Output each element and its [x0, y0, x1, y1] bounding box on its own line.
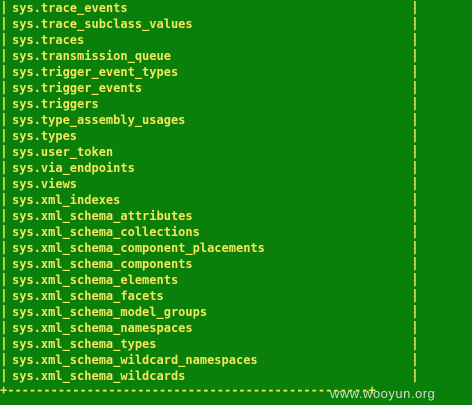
- table-name-cell: sys.xml_schema_types: [12, 337, 157, 351]
- table-right-border: |: [411, 272, 419, 287]
- table-row: | sys.trace_events |: [0, 0, 472, 16]
- table-row: | sys.xml_schema_wildcard_namespaces |: [0, 352, 472, 368]
- table-left-border: |: [0, 208, 8, 223]
- table-right-border: |: [411, 352, 419, 367]
- table-name-cell: sys.user_token: [12, 145, 114, 159]
- terminal-window: | sys.trace_events | | sys.trace_subclass_va…: [0, 0, 472, 405]
- table-row: | sys.xml_schema_namespaces |: [0, 320, 472, 336]
- table-right-border: |: [411, 64, 419, 79]
- table-right-border: |: [411, 240, 419, 255]
- table-row: | sys.xml_schema_elements |: [0, 272, 472, 288]
- table-left-border: |: [0, 64, 8, 79]
- table-name-cell: sys.xml_indexes: [12, 193, 121, 207]
- table-row: | sys.triggers |: [0, 96, 472, 112]
- table-left-border: |: [0, 16, 8, 31]
- table-row: | sys.views |: [0, 176, 472, 192]
- table-row: | sys.types |: [0, 128, 472, 144]
- table-left-border: |: [0, 272, 8, 287]
- table-right-border: |: [411, 160, 419, 175]
- table-row: | sys.xml_schema_facets |: [0, 288, 472, 304]
- table-right-border: |: [411, 176, 419, 191]
- table-right-border: |: [411, 128, 419, 143]
- table-left-border: |: [0, 112, 8, 127]
- table-row: | sys.via_endpoints |: [0, 160, 472, 176]
- table-name-cell: sys.xml_schema_components: [12, 257, 193, 271]
- table-left-border: |: [0, 128, 8, 143]
- table-row: | sys.xml_schema_component_placements |: [0, 240, 472, 256]
- table-row: | sys.xml_schema_collections |: [0, 224, 472, 240]
- table-name-cell: sys.views: [12, 177, 78, 191]
- table-left-border: |: [0, 80, 8, 95]
- table-left-border: |: [0, 32, 8, 47]
- table-row: | sys.trigger_event_types |: [0, 64, 472, 80]
- table-row: | sys.trace_subclass_values |: [0, 16, 472, 32]
- table-row: | sys.xml_schema_model_groups |: [0, 304, 472, 320]
- table-left-border: |: [0, 160, 8, 175]
- table-left-border: |: [0, 288, 8, 303]
- table-row: | sys.traces |: [0, 32, 472, 48]
- table-row: | sys.type_assembly_usages |: [0, 112, 472, 128]
- table-name-cell: sys.trigger_event_types: [12, 65, 179, 79]
- table-right-border: |: [411, 304, 419, 319]
- table-name-cell: sys.xml_schema_facets: [12, 289, 164, 303]
- table-left-border: |: [0, 352, 8, 367]
- table-name-cell: sys.xml_schema_elements: [12, 273, 179, 287]
- table-name-cell: sys.trace_events: [12, 1, 128, 15]
- table-name-cell: sys.triggers: [12, 97, 99, 111]
- query-result-table: | sys.trace_events | | sys.trace_subclass_va…: [0, 0, 472, 384]
- table-right-border: |: [411, 256, 419, 271]
- table-right-border: |: [411, 288, 419, 303]
- table-right-border: |: [411, 16, 419, 31]
- table-right-border: |: [411, 320, 419, 335]
- table-name-cell: sys.trace_subclass_values: [12, 17, 193, 31]
- table-right-border: |: [411, 112, 419, 127]
- table-right-border: |: [411, 48, 419, 63]
- table-right-border: |: [411, 336, 419, 351]
- table-right-border: |: [411, 144, 419, 159]
- table-left-border: |: [0, 192, 8, 207]
- table-left-border: |: [0, 336, 8, 351]
- table-name-cell: sys.via_endpoints: [12, 161, 135, 175]
- table-name-cell: sys.type_assembly_usages: [12, 113, 186, 127]
- table-right-border: |: [411, 224, 419, 239]
- table-left-border: |: [0, 240, 8, 255]
- table-right-border: |: [411, 208, 419, 223]
- table-left-border: |: [0, 304, 8, 319]
- table-name-cell: sys.xml_schema_component_placements: [12, 241, 265, 255]
- watermark: www.wooyun.org: [330, 386, 436, 401]
- table-left-border: |: [0, 320, 8, 335]
- table-right-border: |: [411, 192, 419, 207]
- table-right-border: |: [411, 0, 419, 15]
- table-right-border: |: [411, 96, 419, 111]
- table-left-border: |: [0, 224, 8, 239]
- table-name-cell: sys.xml_schema_model_groups: [12, 305, 208, 319]
- table-name-cell: sys.trigger_events: [12, 81, 143, 95]
- table-left-border: |: [0, 256, 8, 271]
- table-name-cell: sys.transmission_queue: [12, 49, 171, 63]
- table-left-border: |: [0, 0, 8, 15]
- table-left-border: |: [0, 96, 8, 111]
- table-left-border: |: [0, 176, 8, 191]
- table-row: | sys.xml_schema_components |: [0, 256, 472, 272]
- table-row: | sys.trigger_events |: [0, 80, 472, 96]
- table-name-cell: sys.xml_schema_namespaces: [12, 321, 193, 335]
- table-row: | sys.xml_schema_types |: [0, 336, 472, 352]
- table-left-border: |: [0, 48, 8, 63]
- table-row: | sys.xml_indexes |: [0, 192, 472, 208]
- table-name-cell: sys.traces: [12, 33, 85, 47]
- table-row: | sys.xml_schema_attributes |: [0, 208, 472, 224]
- table-row: | sys.transmission_queue |: [0, 48, 472, 64]
- table-right-border: |: [411, 32, 419, 47]
- table-row: | sys.user_token |: [0, 144, 472, 160]
- table-right-border: |: [411, 80, 419, 95]
- table-name-cell: sys.types: [12, 129, 78, 143]
- table-left-border: |: [0, 144, 8, 159]
- table-name-cell: sys.xml_schema_collections: [12, 225, 200, 239]
- table-name-cell: sys.xml_schema_wildcard_namespaces: [12, 353, 258, 367]
- table-name-cell: sys.xml_schema_attributes: [12, 209, 193, 223]
